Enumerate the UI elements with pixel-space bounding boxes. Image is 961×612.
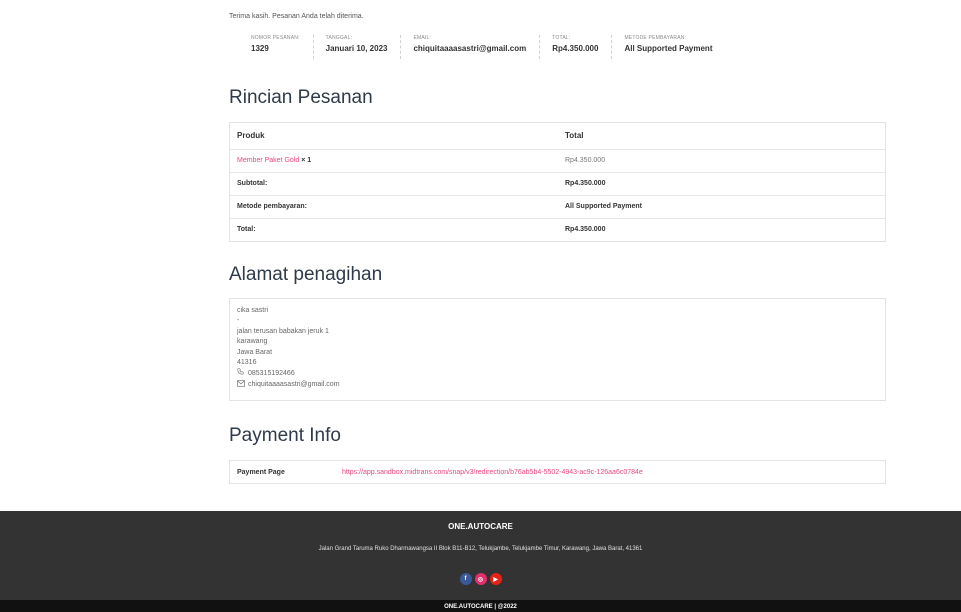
billing-state: Jawa Barat [237, 348, 273, 356]
payment-method-label: Metode pembayaran: [230, 195, 558, 219]
overview-label: NOMOR PESANAN: [251, 35, 300, 41]
billing-city: karawang [237, 338, 268, 346]
table-row: Total: Rp4.350.000 [230, 218, 885, 241]
overview-value: Januari 10, 2023 [325, 44, 388, 53]
total-value: Rp4.350.000 [565, 226, 606, 234]
overview-payment-method: METODE PEMBAYARAN: All Supported Payment [611, 35, 725, 59]
site-footer: ONE.AUTOCARE Jalan Grand Taruma Ruko Dha… [0, 511, 961, 600]
facebook-icon[interactable]: f [459, 573, 472, 585]
payment-page-link[interactable]: https://app.sandbox.midtrans.com/snap/v3… [342, 469, 643, 476]
billing-phone: 085315192466 [248, 369, 295, 377]
order-details-table: Produk Total Member Paket Gold × 1 Rp4.3… [229, 122, 886, 242]
table-row: Subtotal: Rp4.350.000 [230, 172, 885, 196]
billing-name: cika sastri [237, 307, 269, 314]
phone-icon [237, 368, 246, 379]
overview-email: EMAIL: chiquitaaaasastri@gmail.com [400, 35, 539, 59]
overview-value: 1329 [251, 44, 269, 53]
table-row: Member Paket Gold × 1 Rp4.350.000 [230, 149, 885, 173]
table-header-row: Produk Total [230, 123, 885, 150]
column-header-total: Total [558, 123, 885, 150]
billing-street: jalan terusan babakan jeruk 1 [237, 327, 329, 335]
overview-value: All Supported Payment [624, 44, 713, 53]
overview-label: EMAIL: [413, 35, 432, 41]
order-details-heading: Rincian Pesanan [229, 87, 373, 108]
payment-method-value: All Supported Payment [558, 195, 885, 219]
overview-date: TANGGAL: Januari 10, 2023 [312, 35, 401, 59]
subtotal-label: Subtotal: [230, 172, 558, 196]
column-header-product: Produk [230, 123, 558, 150]
footer-brand: ONE.AUTOCARE [448, 522, 513, 531]
overview-total: TOTAL: Rp4.350.000 [539, 35, 611, 59]
overview-value: chiquitaaaasastri@gmail.com [413, 44, 527, 53]
overview-label: METODE PEMBAYARAN: [624, 35, 687, 41]
billing-company: - [237, 317, 240, 325]
instagram-icon[interactable]: ◎ [474, 573, 487, 585]
payment-page-label: Payment Page [237, 468, 285, 476]
billing-address-heading: Alamat penagihan [229, 264, 383, 285]
order-received-message: Terima kasih. Pesanan Anda telah diterim… [229, 13, 364, 20]
payment-info-heading: Payment Info [229, 425, 341, 446]
product-total: Rp4.350.000 [558, 149, 885, 173]
table-row: Payment Page https://app.sandbox.midtran… [230, 461, 885, 483]
footer-address: Jalan Grand Taruma Ruko Dharmawangsa II … [318, 546, 643, 552]
product-link[interactable]: Member Paket Gold [237, 157, 299, 164]
table-row: Metode pembayaran: All Supported Payment [230, 195, 885, 219]
social-links: f ◎ ▶ [0, 573, 961, 585]
payment-info-table: Payment Page https://app.sandbox.midtran… [229, 460, 886, 484]
billing-email: chiquitaaaasastri@gmail.com [248, 381, 340, 389]
youtube-icon[interactable]: ▶ [489, 573, 502, 585]
copyright-bar: ONE.AUTOCARE | @2022 [0, 600, 961, 612]
product-cell: Member Paket Gold × 1 [230, 149, 558, 173]
overview-value: Rp4.350.000 [552, 44, 599, 53]
subtotal-value: Rp4.350.000 [558, 172, 885, 196]
billing-phone-row: 085315192466 [237, 368, 878, 379]
overview-order-number: NOMOR PESANAN: 1329 [239, 35, 313, 59]
overview-label: TANGGAL: [325, 35, 353, 41]
total-label: Total: [237, 226, 256, 234]
product-quantity: × 1 [299, 157, 312, 164]
billing-address: cika sastri - jalan terusan babakan jeru… [229, 298, 886, 401]
billing-postcode: 41316 [237, 359, 257, 367]
billing-email-row: chiquitaaaasastri@gmail.com [237, 380, 878, 391]
overview-label: TOTAL: [552, 35, 571, 41]
envelope-icon [237, 380, 246, 391]
order-overview: NOMOR PESANAN: 1329 TANGGAL: Januari 10,… [239, 35, 725, 59]
